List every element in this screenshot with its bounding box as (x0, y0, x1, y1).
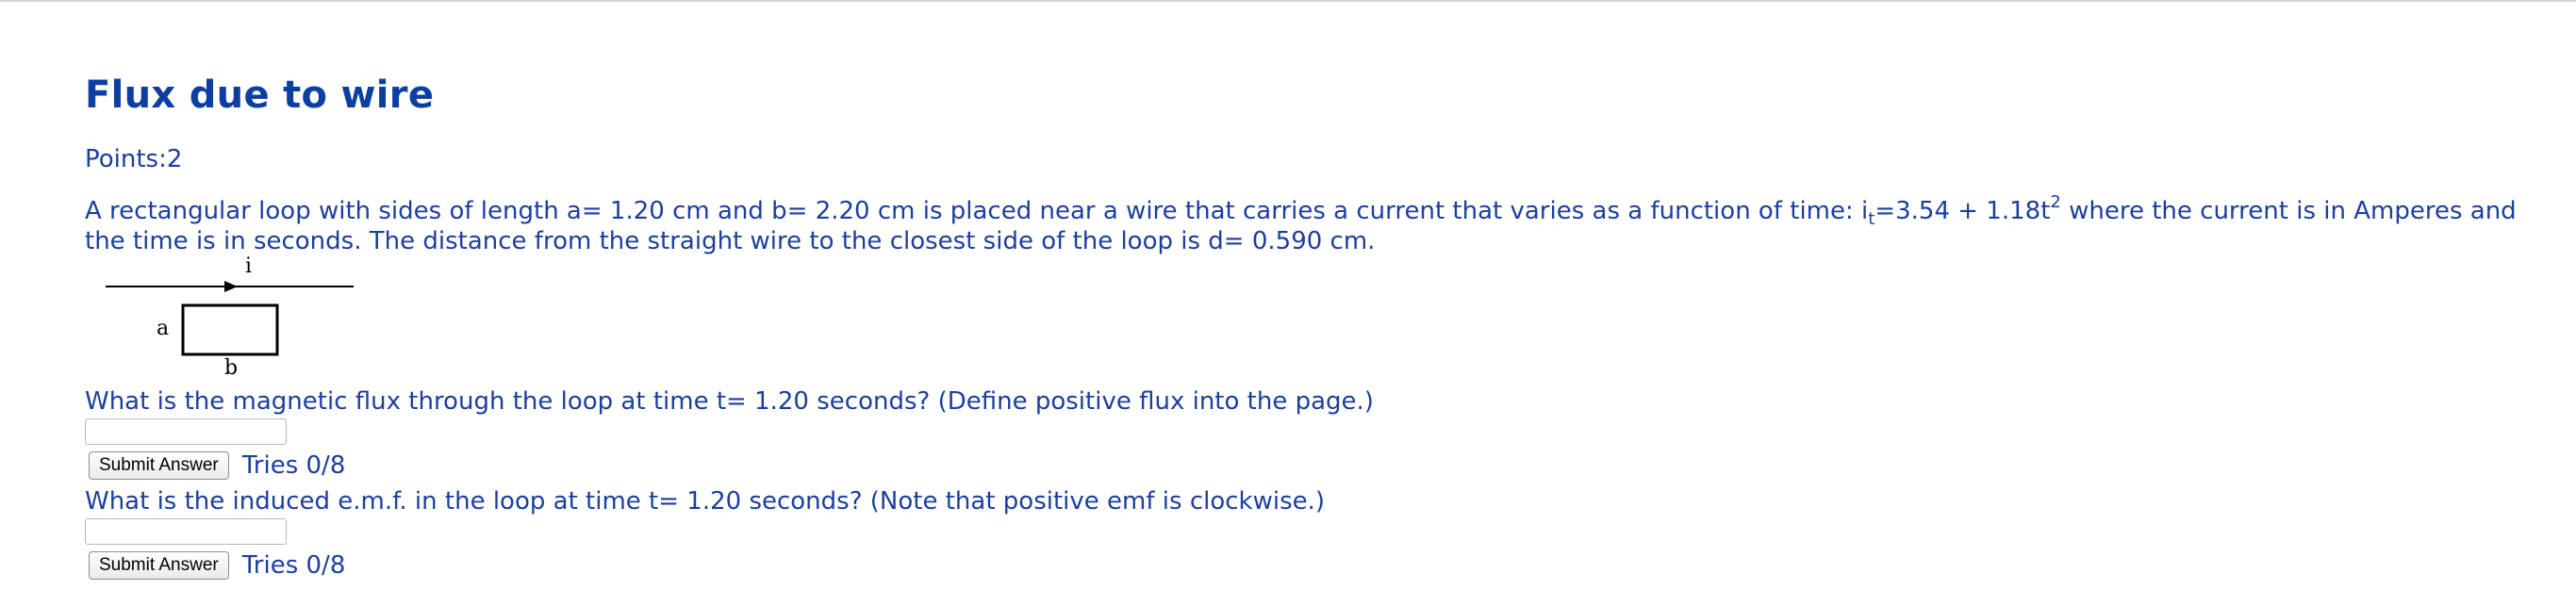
question-2-prompt: What is the induced e.m.f. in the loop a… (85, 487, 1326, 516)
problem-statement: A rectangular loop with sides of length … (85, 194, 2536, 256)
question-1-tries: Tries 0/8 (241, 451, 346, 480)
question-2-submit-row: Submit Answer Tries 0/8 (85, 550, 2536, 581)
wire-loop-figure: i a b (85, 254, 368, 394)
question-2: What is the induced e.m.f. in the loop a… (85, 486, 2536, 581)
loop-rectangle (181, 303, 279, 356)
problem-container: Flux due to wire Points:2 A rectangular … (85, 74, 2536, 581)
side-a-label: a (157, 317, 170, 340)
question-2-submit-button[interactable]: Submit Answer (89, 551, 229, 580)
wire-current-label: i (245, 254, 253, 278)
problem-text-part1: A rectangular loop with sides of length … (85, 197, 1869, 225)
question-2-tries: Tries 0/8 (241, 551, 346, 580)
question-1-answer-input[interactable] (85, 418, 287, 445)
points-label: Points:2 (85, 145, 183, 173)
problem-text-part2: =3.54 + 1.18t (1874, 197, 2051, 225)
question-1-submit-button[interactable]: Submit Answer (89, 451, 229, 480)
top-divider (0, 0, 2576, 2)
side-b-label: b (224, 356, 239, 380)
current-arrow-icon (224, 281, 238, 292)
problem-title: Flux due to wire (85, 74, 435, 117)
question-1: What is the magnetic flux through the lo… (85, 386, 2536, 481)
current-superscript: 2 (2050, 192, 2061, 212)
question-2-answer-input[interactable] (85, 518, 287, 545)
question-1-submit-row: Submit Answer Tries 0/8 (85, 450, 2536, 481)
question-1-prompt: What is the magnetic flux through the lo… (85, 387, 1374, 416)
